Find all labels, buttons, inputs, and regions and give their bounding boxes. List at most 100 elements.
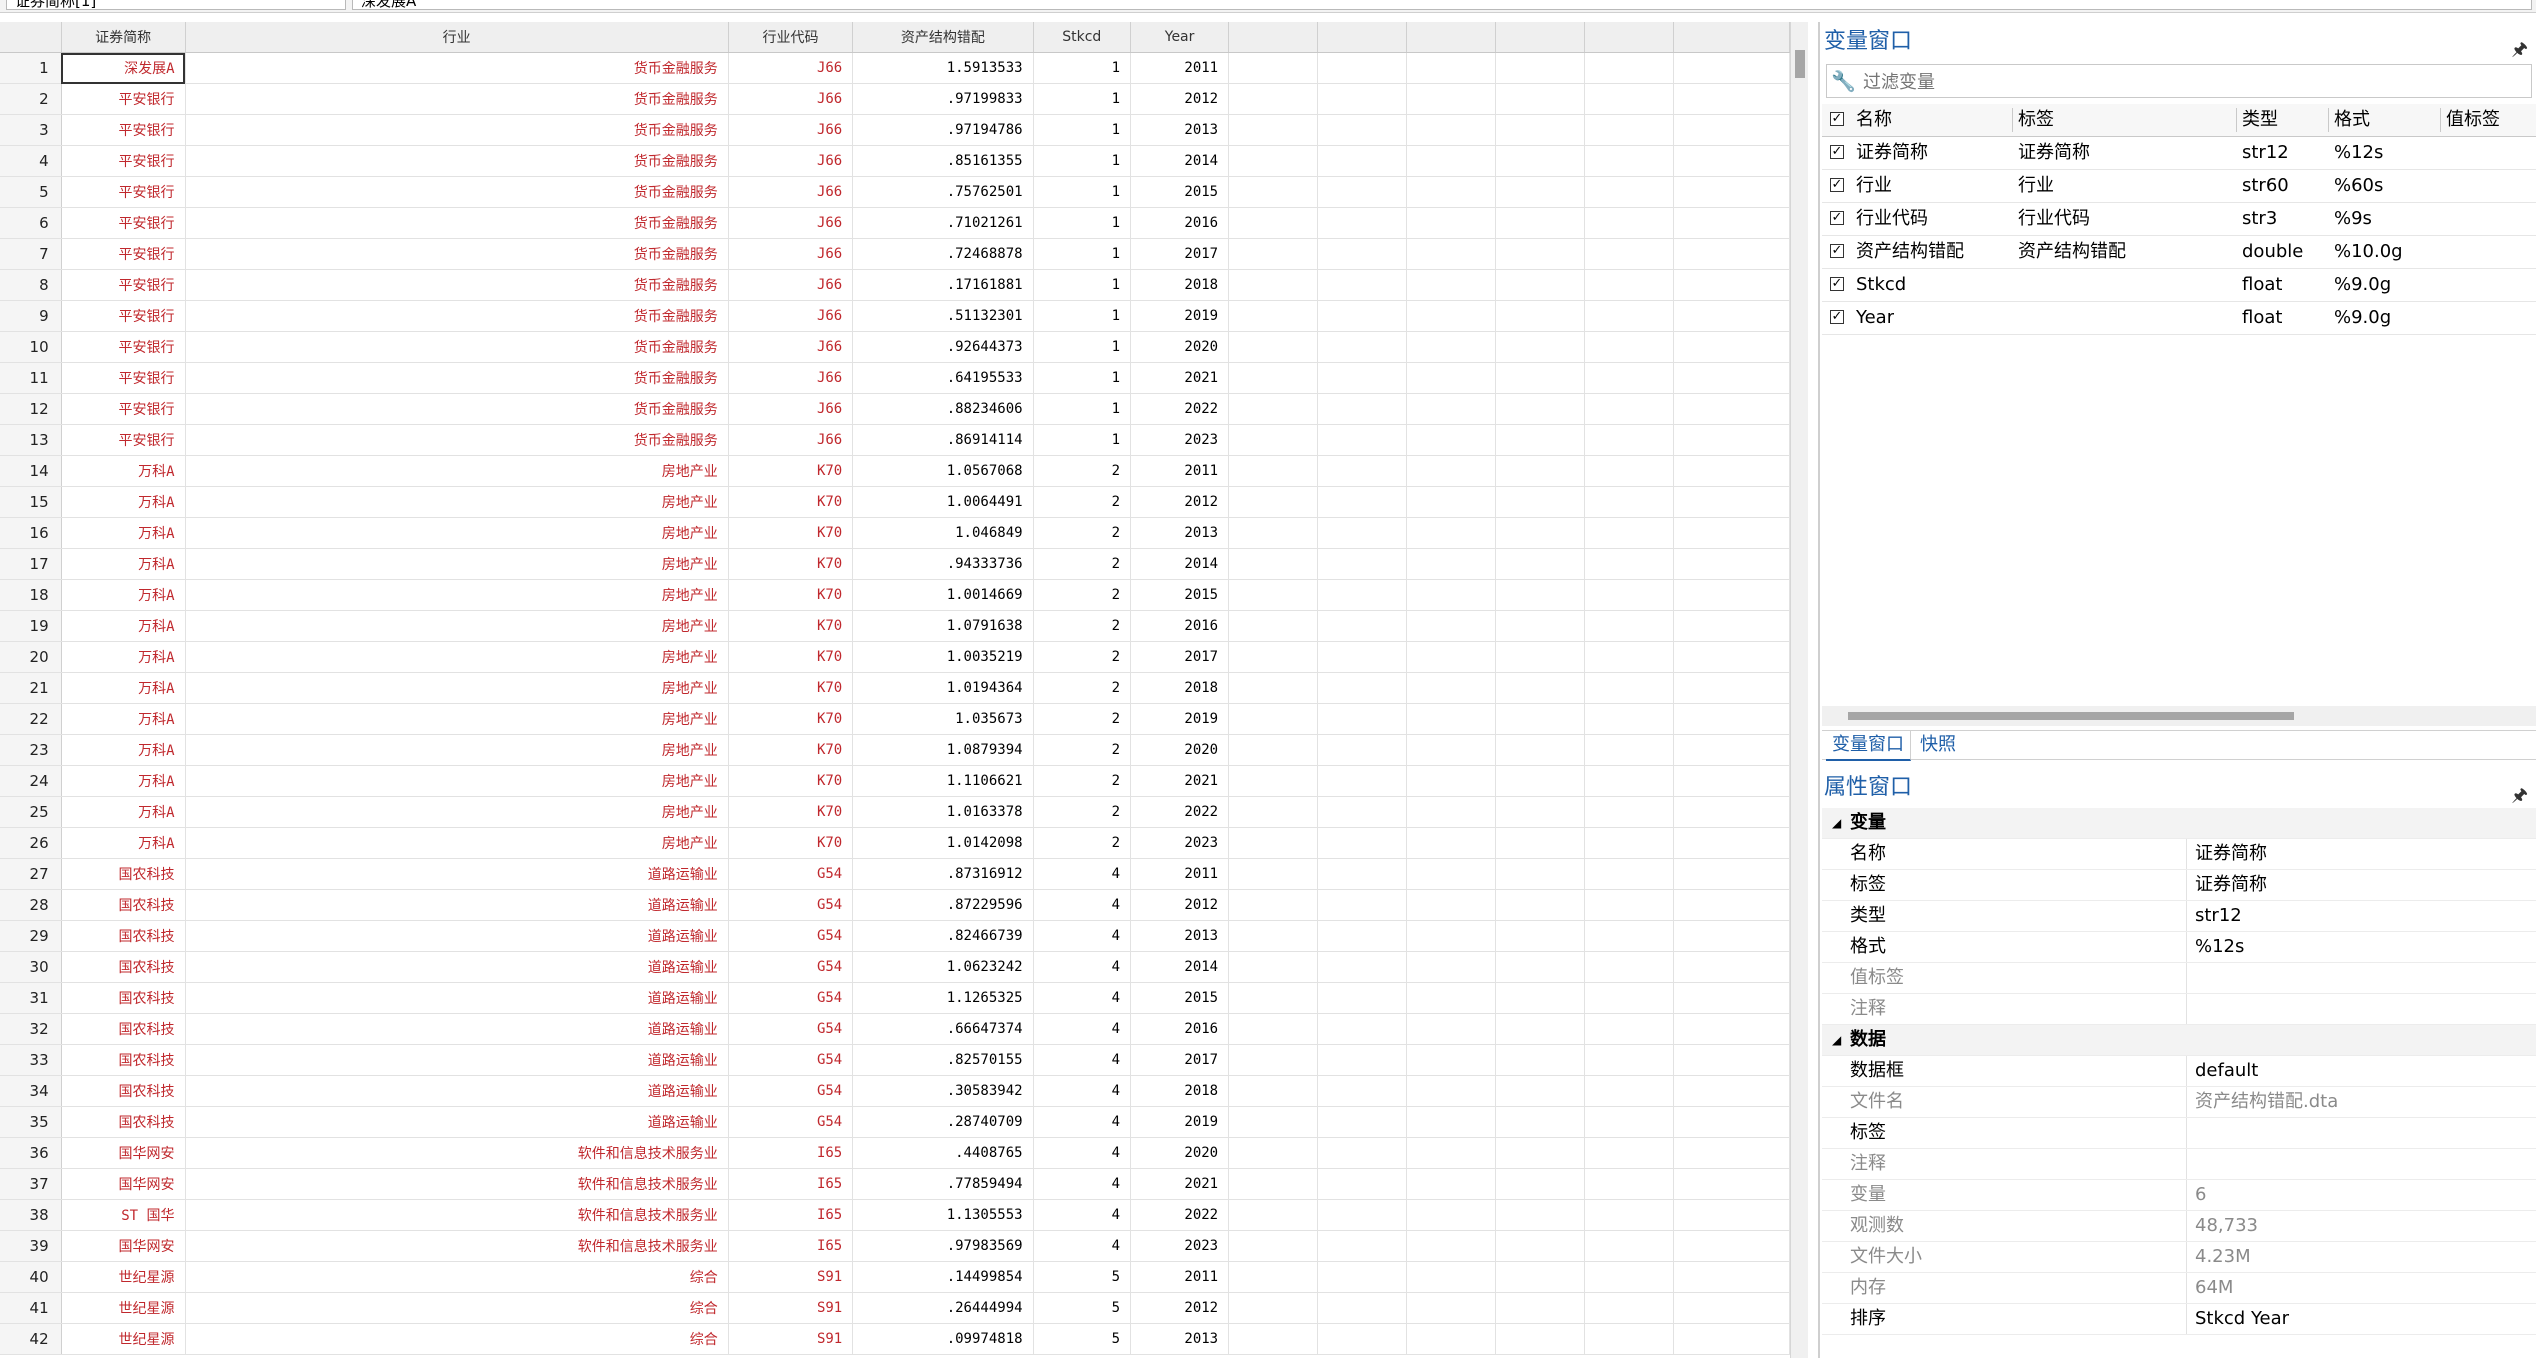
empty-cell[interactable] [1406, 176, 1497, 208]
empty-cell[interactable] [1317, 827, 1408, 859]
empty-cell[interactable] [1228, 1044, 1319, 1076]
cell-stkcd[interactable]: 4 [1033, 982, 1132, 1014]
empty-cell[interactable] [1495, 703, 1586, 735]
cell-asset-mismatch[interactable]: 1.0567068 [852, 455, 1034, 487]
cell-security-name[interactable]: 国农科技 [61, 1106, 186, 1138]
cell-asset-mismatch[interactable]: 1.1106621 [852, 765, 1034, 797]
property-row[interactable]: 内存 64M [1822, 1273, 2536, 1304]
property-value[interactable]: 64M [2186, 1273, 2535, 1303]
empty-cell[interactable] [1584, 300, 1675, 332]
empty-cell[interactable] [1406, 207, 1497, 239]
table-row[interactable]: 9 平安银行 货币金融服务 J66.51132301 1 2019 [0, 300, 1790, 332]
cell-value-box[interactable]: 深发展A [352, 0, 2532, 10]
empty-cell[interactable] [1317, 920, 1408, 952]
filter-box[interactable]: 🔧 [1826, 64, 2532, 98]
empty-cell[interactable] [1317, 486, 1408, 518]
cell-security-name[interactable]: 国农科技 [61, 920, 186, 952]
cell-industry-code[interactable]: K70 [728, 672, 854, 704]
empty-cell[interactable] [1584, 1044, 1675, 1076]
empty-cell[interactable] [1584, 1075, 1675, 1107]
cell-security-name[interactable]: 平安银行 [61, 331, 186, 363]
empty-cell[interactable] [1495, 982, 1586, 1014]
cell-stkcd[interactable]: 5 [1033, 1292, 1132, 1324]
empty-cell[interactable] [1317, 517, 1408, 549]
property-row[interactable]: 格式 %12s [1822, 932, 2536, 963]
empty-cell[interactable] [1228, 207, 1319, 239]
table-row[interactable]: 35 国农科技 道路运输业 G54.28740709 4 2019 [0, 1106, 1790, 1138]
empty-cell[interactable] [1406, 1199, 1497, 1231]
cell-asset-mismatch[interactable]: .4408765 [852, 1137, 1034, 1169]
property-row[interactable]: 观测数 48,733 [1822, 1211, 2536, 1242]
empty-cell[interactable] [1673, 145, 1790, 177]
empty-cell[interactable] [1228, 1137, 1319, 1169]
cell-security-name[interactable]: 平安银行 [61, 176, 186, 208]
empty-cell[interactable] [1673, 610, 1790, 642]
row-number[interactable]: 13 [0, 424, 62, 456]
row-number[interactable]: 12 [0, 393, 62, 425]
cell-stkcd[interactable]: 4 [1033, 1230, 1132, 1262]
cell-year[interactable]: 2018 [1130, 269, 1230, 301]
empty-cell[interactable] [1495, 1137, 1586, 1169]
empty-cell[interactable] [1673, 1199, 1790, 1231]
table-row[interactable]: 29 国农科技 道路运输业 G54.82466739 4 2013 [0, 920, 1790, 952]
row-number[interactable]: 15 [0, 486, 62, 518]
empty-cell[interactable] [1228, 1168, 1319, 1200]
cell-stkcd[interactable]: 2 [1033, 455, 1132, 487]
empty-cell[interactable] [1495, 579, 1586, 611]
cell-year[interactable]: 2022 [1130, 796, 1230, 828]
empty-cell[interactable] [1495, 331, 1586, 363]
empty-cell[interactable] [1317, 734, 1408, 766]
varname-box[interactable]: 证券简称[1] [6, 0, 346, 10]
empty-cell[interactable] [1495, 1044, 1586, 1076]
empty-cell[interactable] [1495, 52, 1586, 84]
property-row[interactable]: 数据框 default [1822, 1056, 2536, 1087]
cell-stkcd[interactable]: 1 [1033, 424, 1132, 456]
cell-asset-mismatch[interactable]: .30583942 [852, 1075, 1034, 1107]
empty-cell[interactable] [1584, 1261, 1675, 1293]
empty-cell[interactable] [1584, 269, 1675, 301]
row-number[interactable]: 23 [0, 734, 62, 766]
empty-cell[interactable] [1228, 703, 1319, 735]
cell-year[interactable]: 2017 [1130, 641, 1230, 673]
table-row[interactable]: 12 平安银行 货币金融服务 J66.88234606 1 2022 [0, 393, 1790, 425]
cell-industry-code[interactable]: G54 [728, 1044, 854, 1076]
empty-cell[interactable] [1406, 145, 1497, 177]
empty-cell[interactable] [1495, 114, 1586, 146]
cell-security-name[interactable]: 平安银行 [61, 114, 186, 146]
variable-row[interactable]: ✓ 资产结构错配 资产结构错配 double %10.0g [1822, 236, 2536, 269]
empty-cell[interactable] [1495, 83, 1586, 115]
cell-asset-mismatch[interactable]: 1.0064491 [852, 486, 1034, 518]
row-number[interactable]: 36 [0, 1137, 62, 1169]
col-header[interactable]: 行业 [185, 22, 729, 53]
cell-industry[interactable]: 软件和信息技术服务业 [185, 1137, 729, 1169]
cell-industry[interactable]: 道路运输业 [185, 920, 729, 952]
cell-security-name[interactable]: 国农科技 [61, 1013, 186, 1045]
property-row[interactable]: 值标签 [1822, 963, 2536, 994]
table-row[interactable]: 18 万科A 房地产业 K70 1.0014669 2 2015 [0, 579, 1790, 611]
cell-industry[interactable]: 房地产业 [185, 641, 729, 673]
empty-cell[interactable] [1228, 176, 1319, 208]
empty-cell[interactable] [1406, 920, 1497, 952]
empty-cell[interactable] [1584, 362, 1675, 394]
row-number[interactable]: 39 [0, 1230, 62, 1262]
property-value[interactable]: 4.23M [2186, 1242, 2535, 1272]
cell-stkcd[interactable]: 4 [1033, 1013, 1132, 1045]
cell-asset-mismatch[interactable]: .28740709 [852, 1106, 1034, 1138]
empty-cell[interactable] [1584, 641, 1675, 673]
cell-asset-mismatch[interactable]: .09974818 [852, 1323, 1034, 1355]
empty-cell[interactable] [1317, 114, 1408, 146]
cell-asset-mismatch[interactable]: .86914114 [852, 424, 1034, 456]
property-value[interactable] [2186, 963, 2535, 993]
cell-industry[interactable]: 软件和信息技术服务业 [185, 1168, 729, 1200]
cell-asset-mismatch[interactable]: 1.0791638 [852, 610, 1034, 642]
row-number[interactable]: 9 [0, 300, 62, 332]
table-row[interactable]: 38 ST 国华 软件和信息技术服务业 I65 1.1305553 4 2022 [0, 1199, 1790, 1231]
cell-security-name[interactable]: 国华网安 [61, 1168, 186, 1200]
table-row[interactable]: 24 万科A 房地产业 K70 1.1106621 2 2021 [0, 765, 1790, 797]
empty-cell[interactable] [1584, 703, 1675, 735]
cell-industry-code[interactable]: J66 [728, 145, 854, 177]
empty-cell[interactable] [1584, 424, 1675, 456]
cell-stkcd[interactable]: 4 [1033, 858, 1132, 890]
col-header[interactable]: Stkcd [1033, 22, 1132, 53]
cell-asset-mismatch[interactable]: .71021261 [852, 207, 1034, 239]
